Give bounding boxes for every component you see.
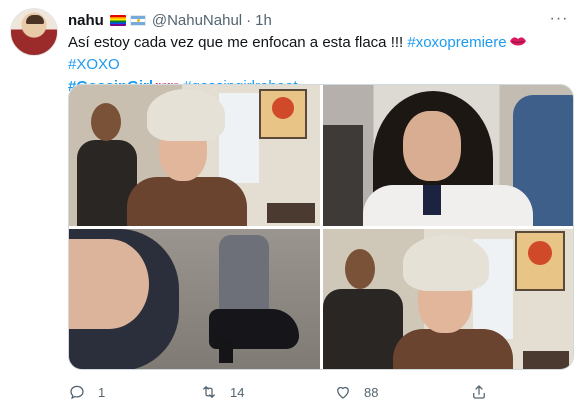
retweet-icon [203, 386, 215, 398]
knee [69, 239, 149, 329]
reply-button[interactable]: 1 [68, 378, 105, 406]
man-figure [323, 289, 403, 369]
media-image-2[interactable] [323, 85, 573, 226]
retweet-count: 14 [230, 384, 245, 400]
share-button[interactable] [470, 378, 488, 406]
woman-hair [147, 89, 225, 141]
reply-icon [70, 385, 84, 400]
action-bar: 1 14 88 [58, 378, 558, 406]
like-button[interactable]: 88 [334, 378, 378, 406]
painting-flower [272, 97, 294, 119]
woman-body [393, 329, 513, 369]
person-left [323, 125, 363, 226]
author-name[interactable]: nahu [68, 12, 104, 29]
hashtag-xoxopremiere[interactable]: #xoxopremiere [407, 34, 506, 51]
media-image-4[interactable] [323, 229, 573, 369]
lips-icon [509, 37, 526, 46]
tweet-time[interactable]: 1h [255, 12, 272, 29]
retweet-button[interactable]: 14 [200, 378, 244, 406]
window-light [219, 93, 259, 183]
bottom-items [267, 203, 315, 223]
tweet-header: nahu @NahuNahul · 1h [68, 10, 272, 30]
heel [219, 339, 233, 363]
avatar-hair [26, 15, 44, 24]
bottom-items [523, 351, 569, 369]
woman-bow [423, 185, 441, 215]
media-image-1[interactable] [69, 85, 320, 226]
argentina-flag-icon [129, 14, 146, 26]
separator-dot: · [246, 11, 252, 29]
like-count: 88 [364, 384, 379, 400]
tweet[interactable]: nahu @NahuNahul · 1h ··· Así estoy cada … [0, 0, 585, 414]
avatar[interactable] [10, 8, 58, 56]
hashtag-xoxo[interactable]: #XOXO [68, 56, 120, 73]
reply-count: 1 [98, 384, 106, 400]
rainbow-flag-icon [109, 14, 126, 26]
more-icon[interactable]: ··· [549, 10, 569, 28]
tweet-body: Así estoy cada vez que me enfocan a esta… [68, 34, 408, 51]
woman-hair [403, 235, 489, 291]
man-head [345, 249, 375, 289]
woman-body [127, 177, 247, 226]
author-handle[interactable]: @NahuNahul [152, 12, 242, 29]
share-icon [473, 385, 485, 399]
man-head [91, 103, 121, 141]
media-grid[interactable] [68, 84, 574, 370]
woman-top [363, 185, 533, 226]
media-image-3[interactable] [69, 229, 320, 369]
painting-flower [528, 241, 552, 265]
woman-face [403, 111, 461, 181]
heart-icon [337, 386, 349, 399]
